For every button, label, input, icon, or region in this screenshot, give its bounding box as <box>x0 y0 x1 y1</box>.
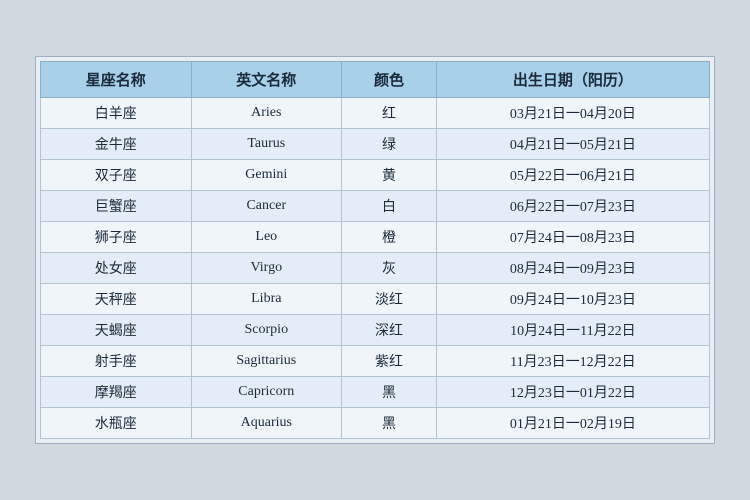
cell-color: 橙 <box>342 222 437 253</box>
table-row: 天秤座Libra淡红09月24日一10月23日 <box>41 284 710 315</box>
cell-english-name: Libra <box>191 284 342 315</box>
cell-color: 绿 <box>342 129 437 160</box>
table-header-row: 星座名称 英文名称 颜色 出生日期（阳历） <box>41 62 710 98</box>
cell-chinese-name: 天蝎座 <box>41 315 192 346</box>
cell-english-name: Cancer <box>191 191 342 222</box>
table-row: 金牛座Taurus绿04月21日一05月21日 <box>41 129 710 160</box>
table-row: 射手座Sagittarius紫红11月23日一12月22日 <box>41 346 710 377</box>
cell-dates: 03月21日一04月20日 <box>436 98 709 129</box>
cell-english-name: Gemini <box>191 160 342 191</box>
cell-dates: 09月24日一10月23日 <box>436 284 709 315</box>
cell-color: 红 <box>342 98 437 129</box>
cell-english-name: Aquarius <box>191 408 342 439</box>
table-row: 巨蟹座Cancer白06月22日一07月23日 <box>41 191 710 222</box>
cell-dates: 07月24日一08月23日 <box>436 222 709 253</box>
cell-chinese-name: 水瓶座 <box>41 408 192 439</box>
cell-color: 白 <box>342 191 437 222</box>
table-row: 水瓶座Aquarius黑01月21日一02月19日 <box>41 408 710 439</box>
table-row: 狮子座Leo橙07月24日一08月23日 <box>41 222 710 253</box>
cell-dates: 06月22日一07月23日 <box>436 191 709 222</box>
cell-english-name: Taurus <box>191 129 342 160</box>
cell-chinese-name: 天秤座 <box>41 284 192 315</box>
table-row: 双子座Gemini黄05月22日一06月21日 <box>41 160 710 191</box>
cell-dates: 12月23日一01月22日 <box>436 377 709 408</box>
cell-chinese-name: 金牛座 <box>41 129 192 160</box>
cell-chinese-name: 摩羯座 <box>41 377 192 408</box>
cell-chinese-name: 处女座 <box>41 253 192 284</box>
cell-dates: 01月21日一02月19日 <box>436 408 709 439</box>
col-header-chinese: 星座名称 <box>41 62 192 98</box>
zodiac-table-container: 星座名称 英文名称 颜色 出生日期（阳历） 白羊座Aries红03月21日一04… <box>35 56 715 444</box>
col-header-dates: 出生日期（阳历） <box>436 62 709 98</box>
cell-chinese-name: 白羊座 <box>41 98 192 129</box>
table-row: 天蝎座Scorpio深红10月24日一11月22日 <box>41 315 710 346</box>
cell-color: 淡红 <box>342 284 437 315</box>
table-row: 摩羯座Capricorn黑12月23日一01月22日 <box>41 377 710 408</box>
cell-dates: 05月22日一06月21日 <box>436 160 709 191</box>
cell-english-name: Virgo <box>191 253 342 284</box>
table-body: 白羊座Aries红03月21日一04月20日金牛座Taurus绿04月21日一0… <box>41 98 710 439</box>
cell-chinese-name: 巨蟹座 <box>41 191 192 222</box>
cell-english-name: Capricorn <box>191 377 342 408</box>
table-row: 白羊座Aries红03月21日一04月20日 <box>41 98 710 129</box>
cell-color: 黑 <box>342 408 437 439</box>
cell-chinese-name: 射手座 <box>41 346 192 377</box>
cell-color: 黄 <box>342 160 437 191</box>
cell-color: 灰 <box>342 253 437 284</box>
cell-english-name: Leo <box>191 222 342 253</box>
cell-color: 紫红 <box>342 346 437 377</box>
zodiac-table: 星座名称 英文名称 颜色 出生日期（阳历） 白羊座Aries红03月21日一04… <box>40 61 710 439</box>
cell-dates: 08月24日一09月23日 <box>436 253 709 284</box>
cell-english-name: Sagittarius <box>191 346 342 377</box>
cell-color: 黑 <box>342 377 437 408</box>
cell-english-name: Aries <box>191 98 342 129</box>
cell-chinese-name: 狮子座 <box>41 222 192 253</box>
col-header-english: 英文名称 <box>191 62 342 98</box>
cell-english-name: Scorpio <box>191 315 342 346</box>
table-row: 处女座Virgo灰08月24日一09月23日 <box>41 253 710 284</box>
cell-color: 深红 <box>342 315 437 346</box>
cell-dates: 11月23日一12月22日 <box>436 346 709 377</box>
cell-dates: 04月21日一05月21日 <box>436 129 709 160</box>
cell-dates: 10月24日一11月22日 <box>436 315 709 346</box>
col-header-color: 颜色 <box>342 62 437 98</box>
cell-chinese-name: 双子座 <box>41 160 192 191</box>
